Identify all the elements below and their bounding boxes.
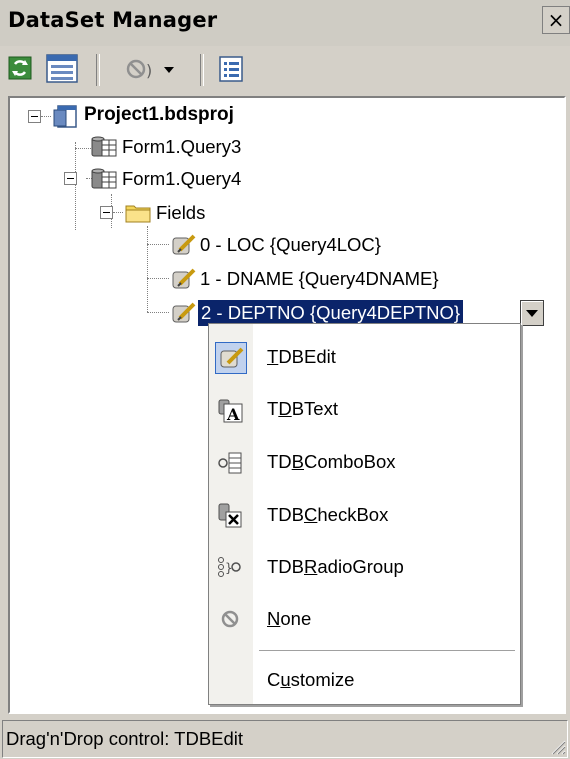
none-dropdown-icon: ): [126, 59, 174, 80]
dbradiogroup-icon: }: [218, 557, 241, 577]
dbtext-icon: A: [218, 399, 243, 424]
field-icon: [172, 302, 196, 323]
query-icon: [91, 168, 117, 189]
status-bar: Drag'n'Drop control: TDBEdit: [0, 716, 570, 759]
toolbar-separator: [96, 54, 100, 86]
control-type-menu: TDBEdit A TDBText TDBComboBox TDBCheckBo…: [208, 323, 521, 705]
form-button[interactable]: [44, 52, 80, 86]
field-icon: [172, 234, 196, 255]
tree-line: [147, 312, 169, 313]
menu-item-tdbcombobox[interactable]: TDBComboBox: [209, 437, 520, 487]
status-text: Drag'n'Drop control: TDBEdit: [6, 728, 244, 749]
collapse-project-toggle[interactable]: [28, 110, 41, 123]
tree-line: [147, 244, 169, 245]
tree-line: [75, 142, 76, 230]
resize-grip-icon[interactable]: [548, 737, 566, 755]
menu-separator: [259, 650, 515, 651]
dbcombobox-icon: [218, 452, 242, 474]
title-bar: DataSet Manager ×: [0, 0, 570, 46]
query-icon: [91, 136, 117, 157]
menu-item-tdbedit[interactable]: TDBEdit: [209, 332, 520, 382]
field-dname-node[interactable]: 1 - DNAME {Query4DNAME}: [200, 268, 439, 290]
collapse-fields-toggle[interactable]: [100, 206, 113, 219]
project-node[interactable]: Project1.bdsproj: [84, 104, 234, 126]
fields-node[interactable]: Fields: [156, 202, 205, 224]
tree-line: [147, 278, 169, 279]
menu-item-tdbtext[interactable]: A TDBText: [209, 384, 520, 434]
tree-line: [113, 212, 123, 213]
query3-node[interactable]: Form1.Query3: [122, 136, 241, 158]
field-icon: [172, 268, 196, 289]
collapse-query4-toggle[interactable]: [64, 172, 77, 185]
none-icon: [221, 610, 239, 628]
tree-line: [147, 226, 148, 312]
toolbar-separator: [200, 54, 204, 86]
svg-text:): ): [146, 61, 152, 80]
form-icon: [46, 54, 78, 83]
menu-item-customize[interactable]: Customize: [209, 655, 520, 705]
menu-item-none[interactable]: None: [209, 594, 520, 644]
field-loc-node[interactable]: 0 - LOC {Query4LOC}: [200, 234, 381, 256]
close-button[interactable]: ×: [542, 6, 570, 34]
field-control-dropdown-button[interactable]: [520, 300, 544, 326]
query4-node[interactable]: Form1.Query4: [122, 168, 241, 190]
folder-icon: [125, 205, 151, 223]
dbedit-icon: [215, 342, 247, 374]
project-icon: [53, 105, 77, 128]
menu-item-tdbradiogroup[interactable]: } TDBRadioGroup: [209, 542, 520, 592]
refresh-icon: [8, 56, 32, 80]
toolbar: ): [0, 46, 570, 94]
dbcheckbox-icon: [218, 503, 242, 528]
list-icon: [219, 56, 243, 82]
dataset-manager-window: DataSet Manager ×) Project1.bdsproj For…: [0, 0, 570, 759]
svg-text:A: A: [226, 405, 240, 424]
window-title: DataSet Manager: [8, 8, 218, 32]
list-button[interactable]: [216, 52, 248, 86]
menu-item-tdbcheckbox[interactable]: TDBCheckBox: [209, 490, 520, 540]
control-type-dropdown[interactable]: ): [122, 52, 182, 86]
tree-line: [41, 116, 51, 117]
refresh-button[interactable]: [6, 52, 34, 86]
